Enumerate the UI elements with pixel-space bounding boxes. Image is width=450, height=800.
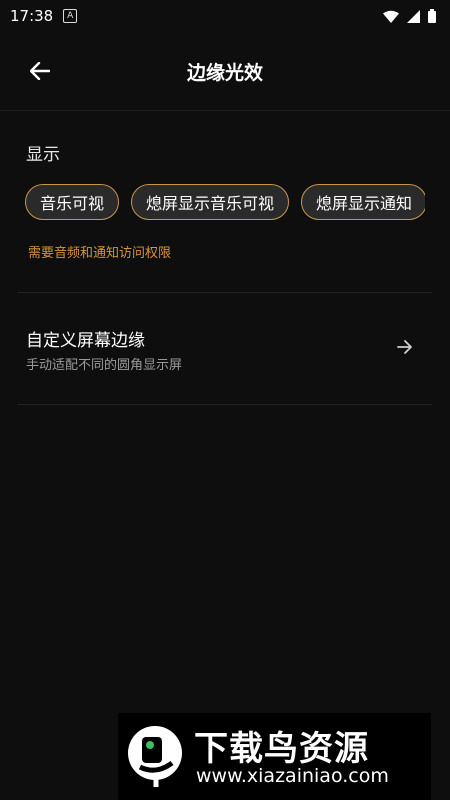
row-subtitle: 手动适配不同的圆角显示屏 [26,358,183,373]
signal-icon [407,9,420,23]
watermark-title: 下载鸟资源 [194,729,369,769]
watermark-banner: 下载鸟资源 www.xiazainiao.com [118,713,431,800]
section-label-display: 显示 [26,145,60,165]
app-bar-divider [0,110,450,111]
permission-hint: 需要音频和通知访问权限 [28,246,172,261]
arrow-right-icon [397,340,412,354]
custom-screen-edge-row[interactable]: 自定义屏幕边缘 手动适配不同的圆角显示屏 [0,294,450,404]
page-title: 边缘光效 [186,62,263,84]
status-icons [383,9,436,23]
chip-aod-music-visualizer[interactable]: 熄屏显示音乐可视 [131,184,290,220]
row-divider [18,404,432,405]
chip-music-visualizer[interactable]: 音乐可视 [25,184,120,220]
app-bar: 边缘光效 [0,34,450,106]
notification-icon: A [63,9,78,23]
display-mode-chips: 音乐可视 熄屏显示音乐可视 熄屏显示通知 [25,184,425,226]
watermark-url: www.xiazainiao.com [196,765,389,787]
battery-icon [428,9,436,23]
wifi-icon [383,10,399,23]
status-left: 17:38 A [10,7,78,25]
status-bar: 17:38 A [0,0,450,32]
chip-aod-notification[interactable]: 熄屏显示通知 [301,184,425,220]
section-divider [18,292,432,293]
row-title: 自定义屏幕边缘 [26,331,145,351]
bird-logo-icon [128,726,182,787]
status-time: 17:38 [10,7,54,25]
